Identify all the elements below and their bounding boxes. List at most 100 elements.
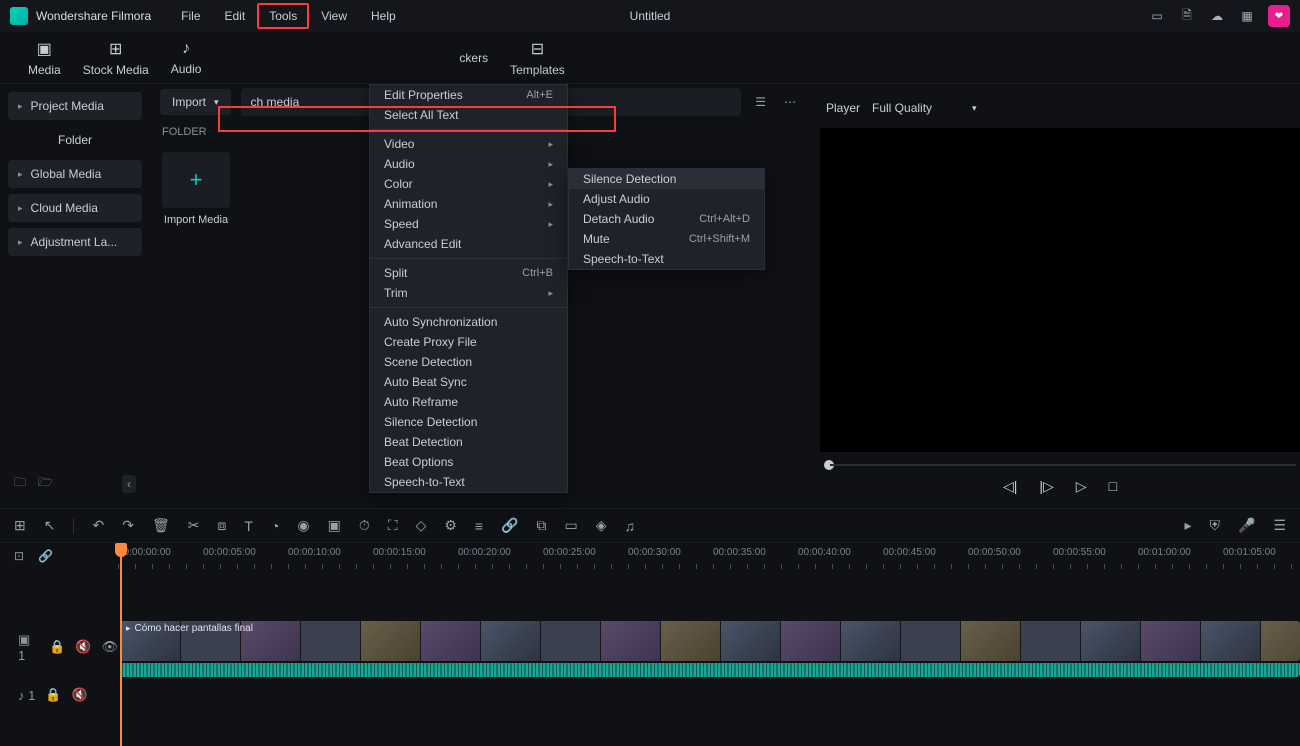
new-folder-icon[interactable]: 🗀: [14, 473, 26, 494]
chevron-right-icon: ▸: [18, 169, 23, 180]
premium-icon[interactable]: [1268, 5, 1290, 27]
render-icon[interactable]: ▸: [1184, 517, 1191, 534]
mixer-icon[interactable]: ☰: [1273, 517, 1286, 534]
screen-icon[interactable]: ▭: [1148, 7, 1166, 25]
sidebar-folder[interactable]: Folder: [8, 126, 142, 154]
tools-auto-beat-sync[interactable]: Auto Beat Sync: [370, 372, 567, 392]
quality-select[interactable]: Full Quality▾: [872, 101, 977, 115]
scrub-bar[interactable]: [820, 458, 1300, 472]
video-track-content[interactable]: Cómo hacer pantallas final: [118, 617, 1300, 677]
video-track-icon[interactable]: ▣ 1: [18, 632, 39, 663]
menu-help[interactable]: Help: [359, 3, 408, 29]
collapse-icon[interactable]: ‹: [122, 475, 136, 493]
menu-edit[interactable]: Edit: [213, 3, 258, 29]
cut-icon[interactable]: ✂: [188, 517, 200, 534]
mute-icon[interactable]: 🔇: [75, 639, 91, 655]
cloud-icon[interactable]: ☁: [1208, 7, 1226, 25]
audio-silence-detection[interactable]: Silence Detection: [569, 169, 764, 189]
adjust-icon[interactable]: ▣: [328, 517, 341, 534]
menu-view[interactable]: View: [309, 3, 359, 29]
audio-adjust[interactable]: Adjust Audio: [569, 189, 764, 209]
speed-icon[interactable]: ◔: [271, 518, 279, 534]
link-track-icon[interactable]: 🔗: [38, 549, 53, 563]
text-icon[interactable]: T: [244, 518, 253, 534]
lock-icon[interactable]: 🔒: [49, 639, 65, 655]
audio-track: ♪ 1 🔒 🔇: [0, 677, 1300, 713]
audio-track-content[interactable]: [118, 677, 1300, 713]
tools-proxy[interactable]: Create Proxy File: [370, 332, 567, 352]
undo-icon[interactable]: ↶: [92, 517, 104, 534]
search-placeholder: ch media: [251, 95, 300, 109]
fit-icon[interactable]: ⛶: [388, 517, 398, 534]
equalizer-icon[interactable]: ≡: [475, 518, 483, 534]
eye-icon[interactable]: 👁: [101, 639, 118, 655]
video-clip[interactable]: Cómo hacer pantallas final: [120, 621, 1300, 661]
marker-icon[interactable]: ▭: [565, 517, 578, 534]
settings-icon[interactable]: ⚙: [444, 517, 457, 534]
import-tile[interactable]: + Import Media: [162, 152, 230, 226]
microphone-icon[interactable]: 🎤: [1238, 517, 1255, 534]
link-icon[interactable]: 🔗: [501, 517, 518, 534]
tools-scene-detection[interactable]: Scene Detection: [370, 352, 567, 372]
keyframe-icon[interactable]: ◇: [416, 517, 427, 534]
tools-auto-reframe[interactable]: Auto Reframe: [370, 392, 567, 412]
redo-icon[interactable]: ↷: [122, 517, 134, 534]
delete-icon[interactable]: 🗑: [152, 517, 170, 534]
audio-mute[interactable]: MuteCtrl+Shift+M: [569, 229, 764, 249]
color-icon[interactable]: ◉: [297, 517, 309, 534]
tools-audio[interactable]: Audio▸: [370, 154, 567, 174]
grid-icon[interactable]: ▦: [1238, 7, 1256, 25]
timer-icon[interactable]: ⏱: [359, 517, 370, 534]
sidebar-cloud-media[interactable]: ▸Cloud Media: [8, 194, 142, 222]
playhead[interactable]: [120, 543, 122, 746]
video-preview[interactable]: [820, 128, 1300, 452]
tools-split: SplitCtrl+B: [370, 263, 567, 283]
magnet-icon[interactable]: ⊡: [14, 549, 24, 563]
tools-edit-properties[interactable]: Edit PropertiesAlt+E: [370, 85, 567, 105]
filter-icon[interactable]: ☰: [751, 95, 770, 109]
audio-detach[interactable]: Detach AudioCtrl+Alt+D: [569, 209, 764, 229]
more-icon[interactable]: ⋯: [780, 95, 800, 109]
play-icon[interactable]: ▷: [1076, 478, 1087, 495]
mic-icon[interactable]: ◈: [596, 517, 607, 534]
player-header: Player Full Quality▾: [820, 92, 1300, 124]
sidebar-global-media[interactable]: ▸Global Media: [8, 160, 142, 188]
tab-stickers[interactable]: ckers: [459, 51, 488, 65]
tab-templates[interactable]: ⊟Templates: [510, 39, 565, 77]
tools-video[interactable]: Video▸: [370, 134, 567, 154]
menu-tools[interactable]: Tools: [257, 3, 309, 29]
menu-file[interactable]: File: [169, 3, 212, 29]
lock-icon[interactable]: 🔒: [45, 687, 61, 703]
tools-speed[interactable]: Speed▸: [370, 214, 567, 234]
new-bin-icon[interactable]: 🗁: [38, 473, 53, 494]
sidebar-bottom: 🗀 🗁 ‹: [8, 467, 142, 500]
music-icon[interactable]: ♫: [625, 518, 636, 534]
mute-icon[interactable]: 🔇: [72, 687, 88, 703]
audio-track-icon[interactable]: ♪ 1: [18, 688, 35, 703]
tools-dropdown: Edit PropertiesAlt+E Select All Text Vid…: [369, 84, 568, 493]
layout-icon[interactable]: ⊞: [14, 517, 26, 534]
tools-color[interactable]: Color▸: [370, 174, 567, 194]
chevron-right-icon: ▸: [18, 203, 23, 214]
save-icon[interactable]: 🗎: [1178, 7, 1196, 25]
tab-media[interactable]: ▣Media: [28, 39, 61, 77]
tab-stock-media[interactable]: ⊞Stock Media: [83, 39, 149, 77]
next-frame-icon[interactable]: |▷: [1039, 478, 1053, 495]
crop-icon[interactable]: ⧈: [217, 517, 226, 534]
chevron-right-icon: ▸: [18, 101, 23, 112]
tools-speech-to-text[interactable]: Speech-to-Text: [370, 472, 567, 492]
cursor-icon[interactable]: ↖: [44, 517, 56, 534]
tools-silence-detection[interactable]: Silence Detection: [370, 412, 567, 432]
group-icon[interactable]: ⧉: [537, 517, 547, 534]
audio-stt[interactable]: Speech-to-Text: [569, 249, 764, 269]
shield-icon[interactable]: ⛨: [1210, 517, 1221, 534]
sidebar-project-media[interactable]: ▸Project Media: [8, 92, 142, 120]
tab-audio[interactable]: ♪Audio: [171, 40, 202, 76]
app-logo-icon: [10, 7, 28, 25]
prev-frame-icon[interactable]: ◁|: [1003, 478, 1017, 495]
timeline: ⊡ 🔗 00:00:00:0000:00:05:0000:00:10:0000:…: [0, 542, 1300, 746]
sidebar-adjustment-layer[interactable]: ▸Adjustment La...: [8, 228, 142, 256]
import-button[interactable]: Import▾: [160, 89, 231, 115]
stop-icon[interactable]: □: [1109, 478, 1117, 494]
time-ruler[interactable]: 00:00:00:0000:00:05:0000:00:10:0000:00:1…: [118, 543, 1300, 571]
